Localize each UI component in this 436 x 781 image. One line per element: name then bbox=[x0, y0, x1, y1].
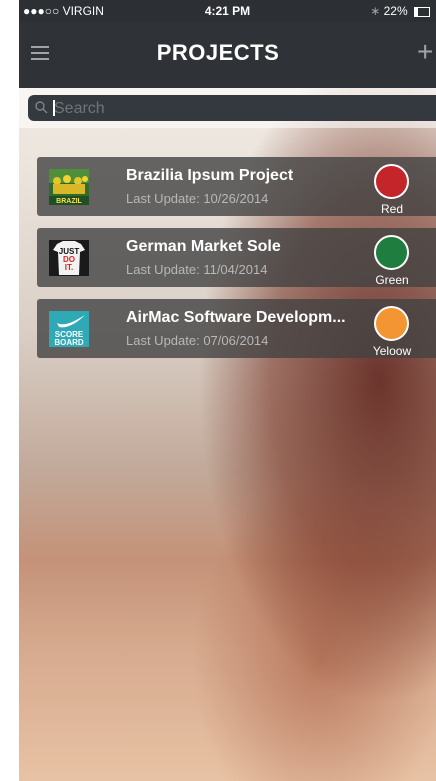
bluetooth-icon: ∗ bbox=[370, 4, 381, 18]
project-title: Brazilia Ipsum Project bbox=[126, 167, 294, 184]
project-last-update: Last Update: 11/04/2014 bbox=[126, 262, 268, 277]
status-indicator bbox=[374, 306, 409, 341]
project-card[interactable]: BRAZIL Brazilia Ipsum Project Last Updat… bbox=[37, 157, 436, 216]
thumbnail-text: BRAZIL bbox=[56, 198, 82, 205]
status-label: Yeloow bbox=[372, 344, 412, 358]
search-bar bbox=[19, 88, 436, 128]
status-label: Green bbox=[375, 273, 409, 287]
project-card[interactable]: SCORE BOARD AirMac Software Developm... … bbox=[37, 299, 436, 358]
project-thumbnail-scoreboard: SCORE BOARD bbox=[49, 311, 89, 347]
svg-text:BOARD: BOARD bbox=[54, 338, 84, 347]
search-icon bbox=[35, 101, 48, 114]
phone-screen: ●●●○○ VIRGIN 4:21 PM ∗ 22% PROJECTS + Se… bbox=[19, 0, 436, 781]
search-box[interactable] bbox=[28, 95, 436, 121]
project-title: German Market Sole bbox=[126, 238, 281, 255]
battery-percent: 22% bbox=[383, 4, 408, 18]
page-title: PROJECTS bbox=[156, 40, 280, 65]
search-input[interactable] bbox=[52, 97, 436, 121]
status-indicator bbox=[374, 235, 409, 270]
add-project-icon[interactable]: + bbox=[417, 38, 433, 66]
project-title: AirMac Software Developm... bbox=[126, 309, 346, 326]
status-bar: ●●●○○ VIRGIN 4:21 PM ∗ 22% bbox=[19, 0, 436, 22]
svg-text:IT.: IT. bbox=[65, 263, 73, 272]
project-last-update: Last Update: 07/06/2014 bbox=[126, 333, 269, 348]
battery-indicator: ∗ 22% bbox=[370, 4, 430, 18]
battery-icon bbox=[414, 6, 430, 17]
status-label: Red bbox=[380, 202, 403, 216]
project-thumbnail-just-do-it: JUST DO IT. bbox=[49, 240, 89, 276]
nav-bar: PROJECTS + bbox=[19, 22, 436, 88]
project-last-update: Last Update: 10/26/2014 bbox=[126, 191, 269, 206]
project-thumbnail-brazil: BRAZIL bbox=[49, 169, 89, 205]
status-indicator bbox=[374, 164, 409, 199]
project-card[interactable]: JUST DO IT. German Market Sole Last Upda… bbox=[37, 228, 436, 287]
